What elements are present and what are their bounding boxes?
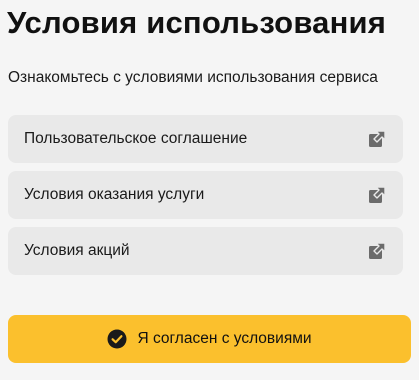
agree-button-label: Я согласен с условиями (137, 330, 312, 347)
link-promo-terms[interactable]: Условия акций (8, 227, 403, 275)
link-label: Пользовательское соглашение (24, 130, 248, 147)
page-subtitle: Ознакомьтесь с условиями использования с… (8, 69, 378, 86)
link-label: Условия оказания услуги (24, 186, 205, 203)
link-service-terms[interactable]: Условия оказания услуги (8, 171, 403, 219)
check-circle-icon (107, 329, 127, 349)
agree-button[interactable]: Я согласен с условиями (8, 315, 411, 363)
link-label: Условия акций (24, 242, 130, 259)
link-user-agreement[interactable]: Пользовательское соглашение (8, 115, 403, 163)
external-link-icon (367, 185, 387, 205)
page-title: Условия использования (7, 5, 387, 40)
external-link-icon (367, 241, 387, 261)
external-link-icon (367, 129, 387, 149)
